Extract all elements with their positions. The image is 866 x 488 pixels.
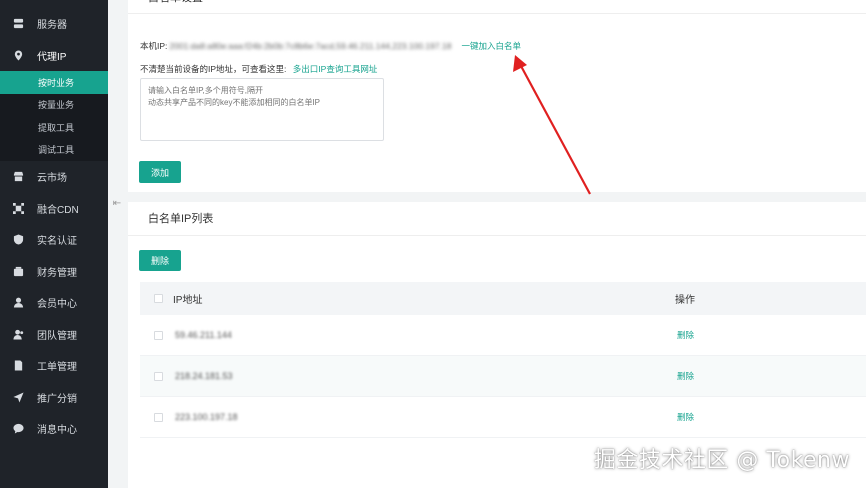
table-row: 59.46.211.144 删除	[140, 315, 866, 356]
row-delete-link[interactable]: 删除	[677, 370, 694, 382]
local-ip-line: 本机IP: 2001:da8:a80e:aaa:f24b:2b0b:7c8b6e…	[140, 40, 521, 52]
whitelist-table: IP地址 操作 59.46.211.144 删除 218.24.181.53 删…	[140, 282, 866, 438]
row-delete-link[interactable]: 删除	[677, 411, 694, 423]
user-icon	[12, 297, 24, 309]
row-checkbox[interactable]	[154, 412, 163, 422]
sidebar-item-label: 实名认证	[37, 236, 77, 248]
message-icon	[12, 423, 24, 435]
add-to-whitelist-link[interactable]: 一键加入白名单	[461, 40, 521, 52]
shield-check-icon	[12, 234, 24, 246]
sidebar-subitem-metered[interactable]: 按量业务	[0, 93, 108, 116]
sidebar-item-cloud-market[interactable]: 云市场	[0, 161, 108, 193]
sidebar-item-label: 团队管理	[37, 330, 77, 342]
whitelist-settings-card: 白名单设置 本机IP: 2001:da8:a80e:aaa:f24b:2b0b:…	[128, 0, 866, 192]
collapse-icon: ⇤	[112, 197, 122, 209]
whitelist-settings-title: 白名单设置	[128, 0, 866, 14]
sidebar-item-cdn[interactable]: 融合CDN	[0, 193, 108, 225]
row-checkbox[interactable]	[154, 330, 163, 340]
sidebar-item-label: 推广分销	[37, 393, 77, 405]
sidebar: 服务器 代理IP 按时业务 按量业务 提取工具 调试工具 云市场 融合CDN 实…	[0, 0, 108, 488]
watermark: 掘金技术社区 @ Tokenw	[593, 448, 850, 473]
table-row: 218.24.181.53 删除	[140, 356, 866, 397]
row-ip: 218.24.181.53	[175, 371, 233, 381]
sidebar-item-label: 云市场	[37, 173, 67, 185]
sidebar-subitem-timed[interactable]: 按时业务	[0, 71, 108, 94]
column-header-ip: IP地址	[173, 295, 203, 306]
sidebar-item-real-name[interactable]: 实名认证	[0, 224, 108, 256]
sidebar-subitem-debug-tool[interactable]: 调试工具	[0, 138, 108, 161]
row-ip: 59.46.211.144	[175, 330, 232, 340]
sidebar-item-messages[interactable]: 消息中心	[0, 413, 108, 445]
sidebar-item-member[interactable]: 会员中心	[0, 287, 108, 319]
cdn-icon	[12, 202, 24, 214]
team-icon	[12, 328, 24, 340]
whitelist-ip-input[interactable]	[140, 78, 384, 141]
column-header-action: 操作	[675, 295, 695, 306]
sidebar-item-label: 财务管理	[37, 267, 77, 279]
sidebar-collapse-toggle[interactable]: ⇤	[108, 194, 126, 212]
ip-hint-text: 不清楚当前设备的IP地址，可查看这里:	[140, 64, 287, 74]
sidebar-item-proxy-ip[interactable]: 代理IP	[0, 40, 108, 72]
table-row: 223.100.197.18 删除	[140, 397, 866, 438]
wallet-icon	[12, 265, 24, 277]
server-icon	[12, 18, 24, 30]
select-all-checkbox[interactable]	[154, 294, 163, 303]
ip-hint-line: 不清楚当前设备的IP地址，可查看这里: 多出口IP查询工具网址	[140, 63, 377, 75]
sidebar-item-label: 会员中心	[37, 299, 77, 311]
whitelist-list-title: 白名单IP列表	[128, 202, 866, 236]
row-ip: 223.100.197.18	[175, 412, 238, 422]
sidebar-item-finance[interactable]: 财务管理	[0, 256, 108, 288]
sidebar-item-server[interactable]: 服务器	[0, 8, 108, 40]
sidebar-item-label: 工单管理	[37, 362, 77, 374]
send-icon	[12, 391, 24, 403]
local-ip-label: 本机IP:	[140, 41, 168, 51]
sidebar-item-label: 服务器	[37, 20, 67, 32]
sidebar-subitem-extract-tool[interactable]: 提取工具	[0, 116, 108, 139]
row-delete-link[interactable]: 删除	[677, 329, 694, 341]
ip-query-tool-link[interactable]: 多出口IP查询工具网址	[293, 64, 378, 74]
delete-button[interactable]: 删除	[139, 250, 181, 271]
sidebar-item-label: 消息中心	[37, 425, 77, 437]
sidebar-item-label: 融合CDN	[37, 204, 79, 216]
sidebar-item-team[interactable]: 团队管理	[0, 319, 108, 351]
table-header: IP地址 操作	[140, 282, 866, 315]
add-button[interactable]: 添加	[139, 161, 181, 183]
sidebar-item-ticket[interactable]: 工单管理	[0, 350, 108, 382]
local-ip-value: 2001:da8:a80e:aaa:f24b:2b0b:7c8b6e:7acd,…	[169, 41, 452, 51]
row-checkbox[interactable]	[154, 371, 163, 381]
sidebar-item-label: 代理IP	[37, 51, 67, 63]
store-icon	[12, 171, 24, 183]
sidebar-item-promotion[interactable]: 推广分销	[0, 382, 108, 414]
location-pin-icon	[12, 49, 24, 61]
ticket-icon	[12, 360, 24, 372]
